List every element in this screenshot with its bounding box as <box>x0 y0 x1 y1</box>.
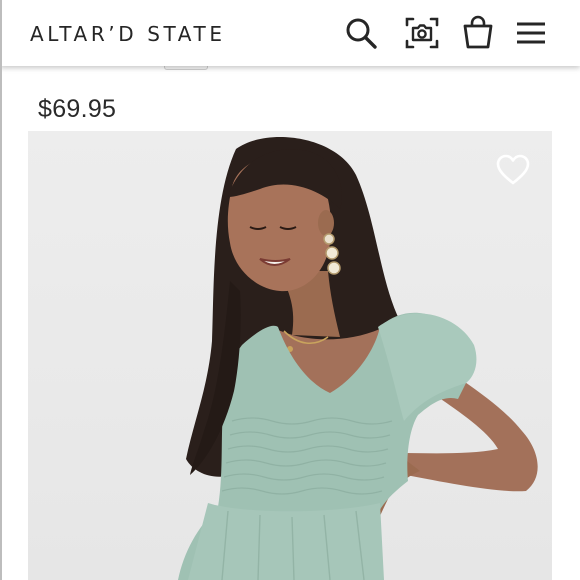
hamburger-menu-icon <box>517 22 545 44</box>
brand-logo[interactable]: ALTAR’D STATE <box>30 21 226 47</box>
product-price: $69.95 <box>38 95 117 123</box>
camera-icon <box>405 17 439 49</box>
favorite-button[interactable] <box>495 153 531 187</box>
heart-outline-icon <box>496 154 530 185</box>
shopping-bag-button[interactable] <box>459 14 497 52</box>
shopping-bag-icon <box>463 15 493 49</box>
product-image[interactable] <box>28 131 552 580</box>
site-header: ALTAR’D STATE <box>0 0 580 66</box>
visual-search-button[interactable] <box>403 14 441 52</box>
page-edge-line <box>0 0 2 580</box>
search-icon <box>346 18 377 49</box>
model-photo-illustration <box>178 136 538 580</box>
search-button[interactable] <box>342 14 380 52</box>
hamburger-menu-button[interactable] <box>512 14 550 52</box>
